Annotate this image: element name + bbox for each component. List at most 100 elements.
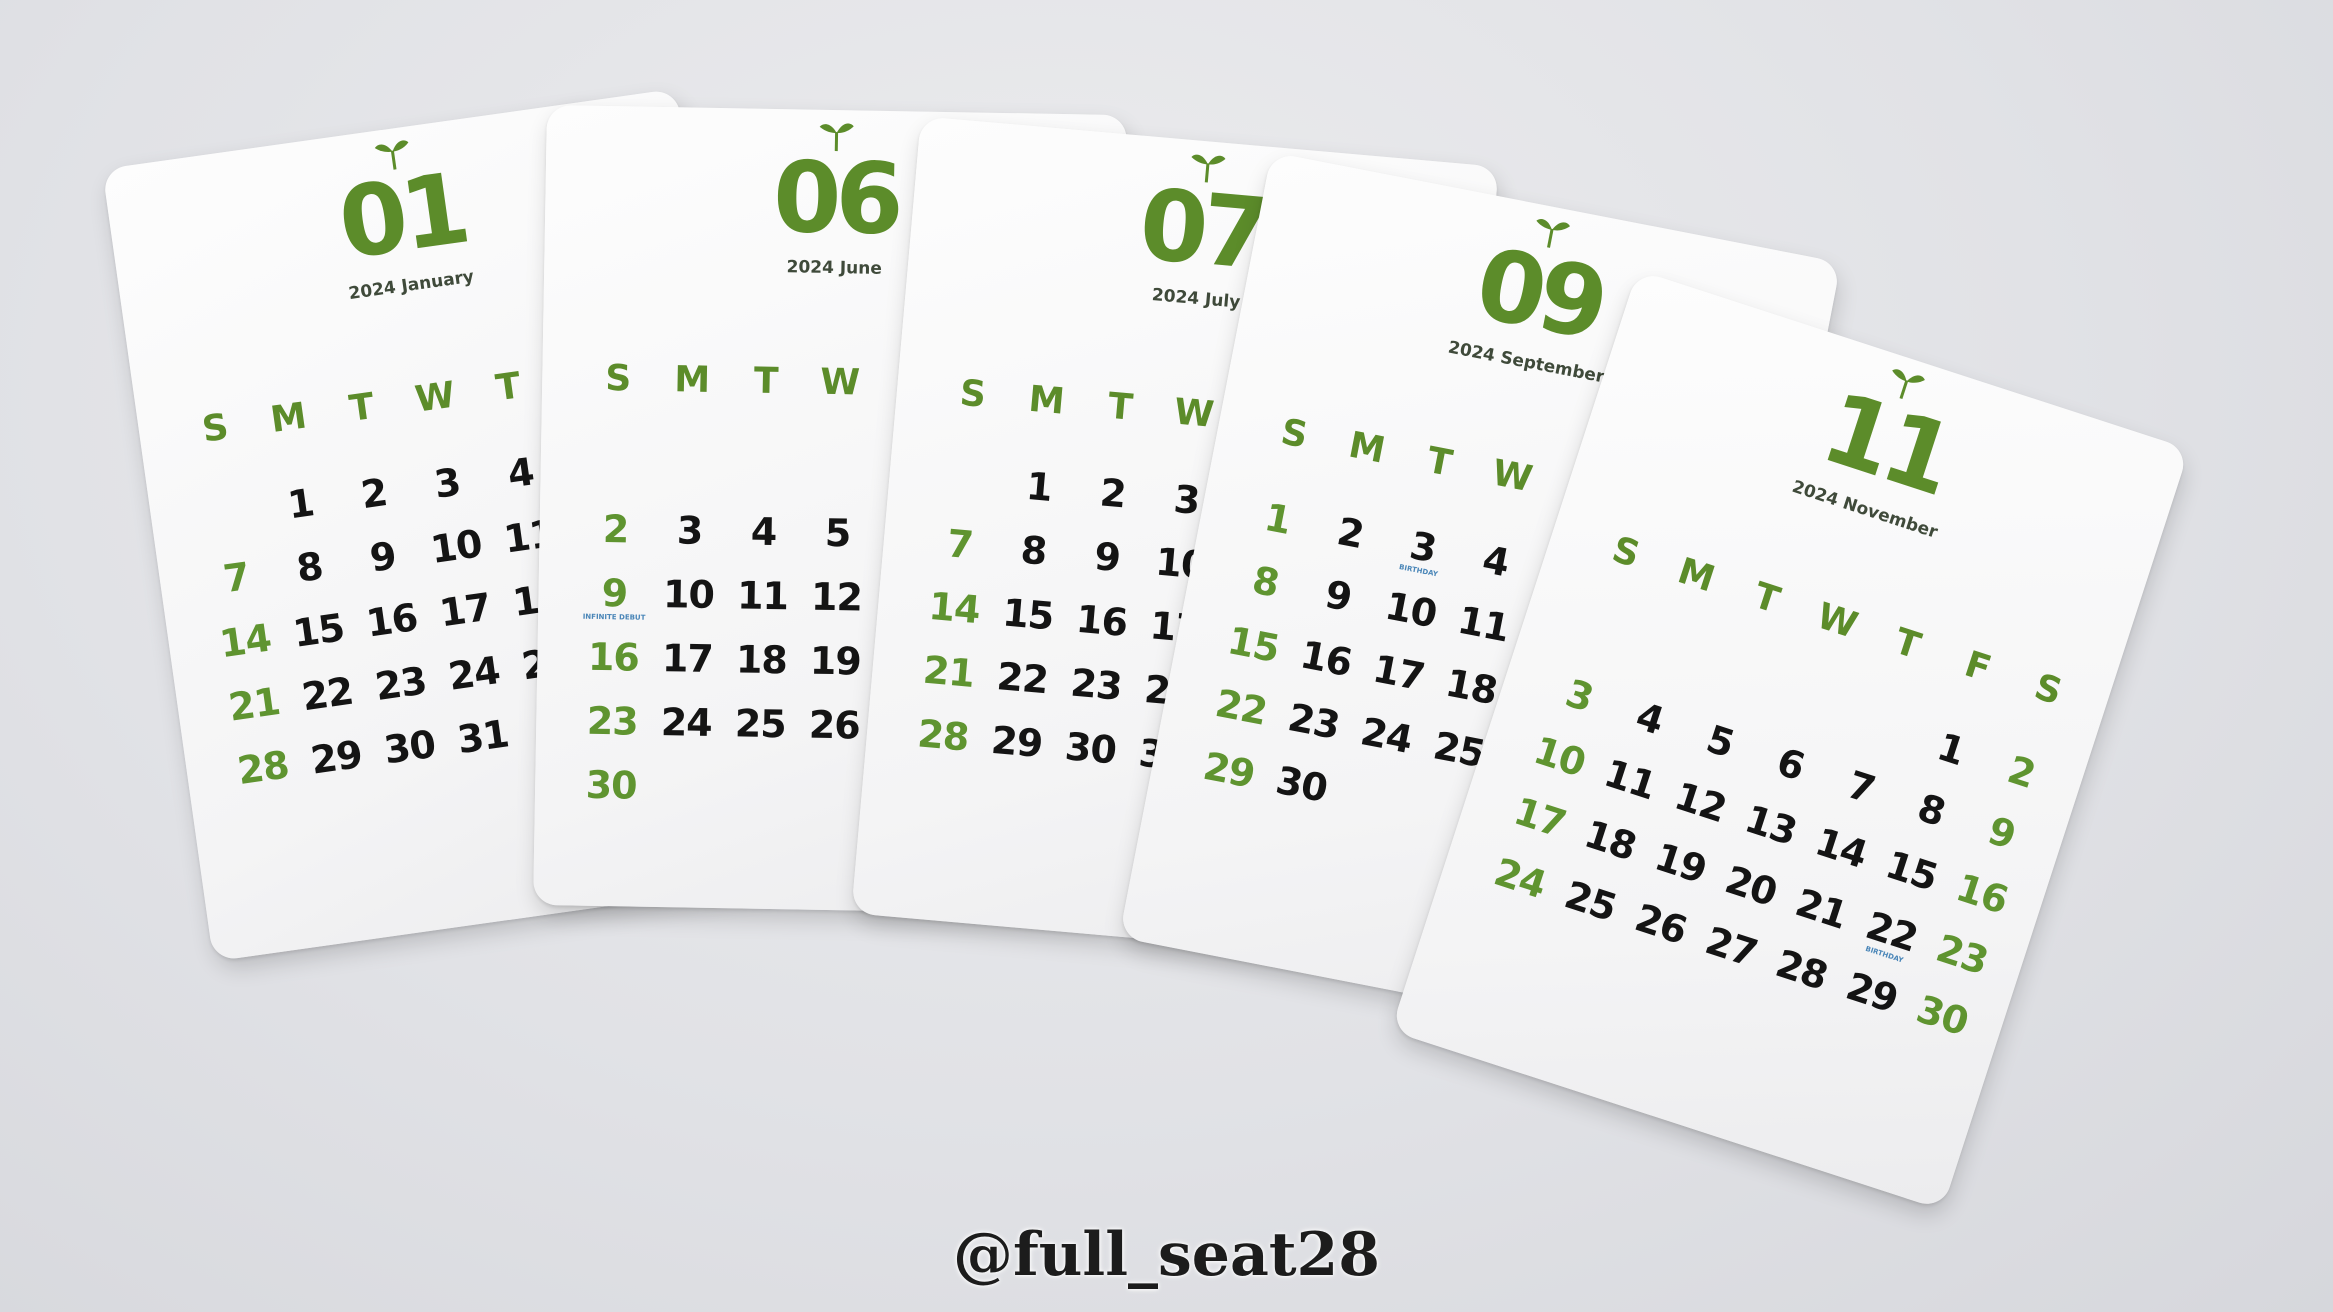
date-24: 24 [445,648,503,699]
date-11: 11 [1598,750,1661,809]
date-29: 29 [1199,743,1259,797]
date-17: 17 [661,636,714,681]
date-10: 10 [662,572,715,617]
date-18: 18 [735,637,788,683]
date-21: 21 [225,678,283,730]
date-30: 30 [1911,986,1974,1045]
date-29: 29 [989,717,1045,767]
date-23: 23 [1068,660,1124,709]
date-30: 30 [1063,724,1118,773]
date-15: 15 [290,605,347,656]
date-24: 24 [1357,709,1416,763]
date-31: 31 [454,711,512,763]
date-4: 4 [1478,537,1513,586]
weekday-header: M [1027,378,1067,423]
date-25: 25 [734,701,787,747]
date-7: 7 [945,521,975,568]
date-27: 27 [1700,918,1763,976]
date-10: 10 [1528,727,1591,786]
weekday-header: W [1811,595,1863,647]
date-8: 8 [1018,527,1049,574]
date-11: 11 [1454,597,1513,651]
date-28: 28 [1770,941,1833,999]
date-14: 14 [216,615,274,667]
date-2: 2 [358,470,390,518]
date-26: 26 [808,702,861,748]
weekday-header: W [1172,391,1216,436]
date-8: 8 [1248,557,1283,606]
weekday-header: T [1889,620,1926,668]
date-1: 1 [1024,463,1054,510]
date-5: 5 [1701,716,1740,767]
date-12: 12 [810,574,863,620]
weekday-header: T [1748,575,1785,622]
date-17: 17 [1508,788,1571,847]
weekday-header: S [199,406,232,451]
weekday-header: T [1423,439,1456,485]
date-30: 30 [585,762,637,808]
date-2: 2 [2002,747,2041,797]
date-15: 15 [1000,590,1056,639]
date-9: 9 [367,533,399,581]
date-7: 7 [220,554,252,602]
date-29: 29 [308,732,365,783]
date-26: 26 [1629,895,1692,953]
weekday-header: M [1345,424,1389,472]
weekday-header: S [604,358,632,400]
date-25: 25 [1559,872,1622,930]
date-16: 16 [1296,632,1356,686]
date-23: 23 [586,698,639,744]
weekday-header: S [1277,411,1311,457]
date-1: 1 [1261,494,1295,543]
date-16: 16 [1950,865,2013,923]
weekday-header: F [1959,643,1996,691]
date-11: 11 [736,573,789,619]
date-2: 2 [1333,509,1368,558]
weekday-header: S [1607,529,1645,577]
date-16: 16 [363,595,421,646]
weekday-header: S [958,372,988,416]
date-20: 20 [1719,857,1782,915]
date-2: 2 [602,507,629,552]
date-4: 4 [1630,693,1669,744]
date-4: 4 [750,509,777,555]
weekday-header: W [1488,452,1536,501]
date-3: 3 [431,459,463,507]
date-9: 9 [1092,534,1122,581]
date-12: 12 [1669,773,1732,832]
date-7: 7 [1841,762,1880,813]
date-18: 18 [1579,811,1642,870]
date-9: 9 [1321,571,1355,620]
date-29: 29 [1840,963,1903,1022]
date-19: 19 [809,638,862,684]
date-22: 22 [1211,680,1271,734]
weekday-header: T [753,360,779,403]
date-15: 15 [1880,842,1943,900]
weekday-header: M [268,395,310,442]
date-note: INFINITE DEBUT [582,612,646,622]
date-13: 13 [1739,796,1802,854]
date-21: 21 [1790,880,1853,938]
weekday-header: T [346,385,377,430]
date-14: 14 [1810,819,1873,877]
weekday-header: M [1672,550,1720,601]
date-16: 16 [1074,596,1129,646]
weekday-header: W [820,361,861,404]
date-30: 30 [1272,757,1331,811]
date-24: 24 [660,700,713,745]
weekday-header: M [673,359,711,401]
date-5: 5 [824,510,851,556]
weekday-header: T [493,365,524,410]
calendar-cards-photo: 012024 JanuarySMTWTFS1234567891011121314… [0,0,2333,1312]
date-1: 1 [284,480,317,528]
date-3: 3 [676,508,703,553]
weekday-header: T [1106,385,1135,429]
date-23: 23 [1931,925,1994,984]
weekday-header: W [412,374,458,421]
date-17: 17 [1369,646,1428,700]
date-23: 23 [372,658,429,710]
date-3: 3 [1560,670,1599,721]
date-17: 17 [436,584,494,636]
date-28: 28 [915,711,971,760]
date-21: 21 [921,647,976,696]
